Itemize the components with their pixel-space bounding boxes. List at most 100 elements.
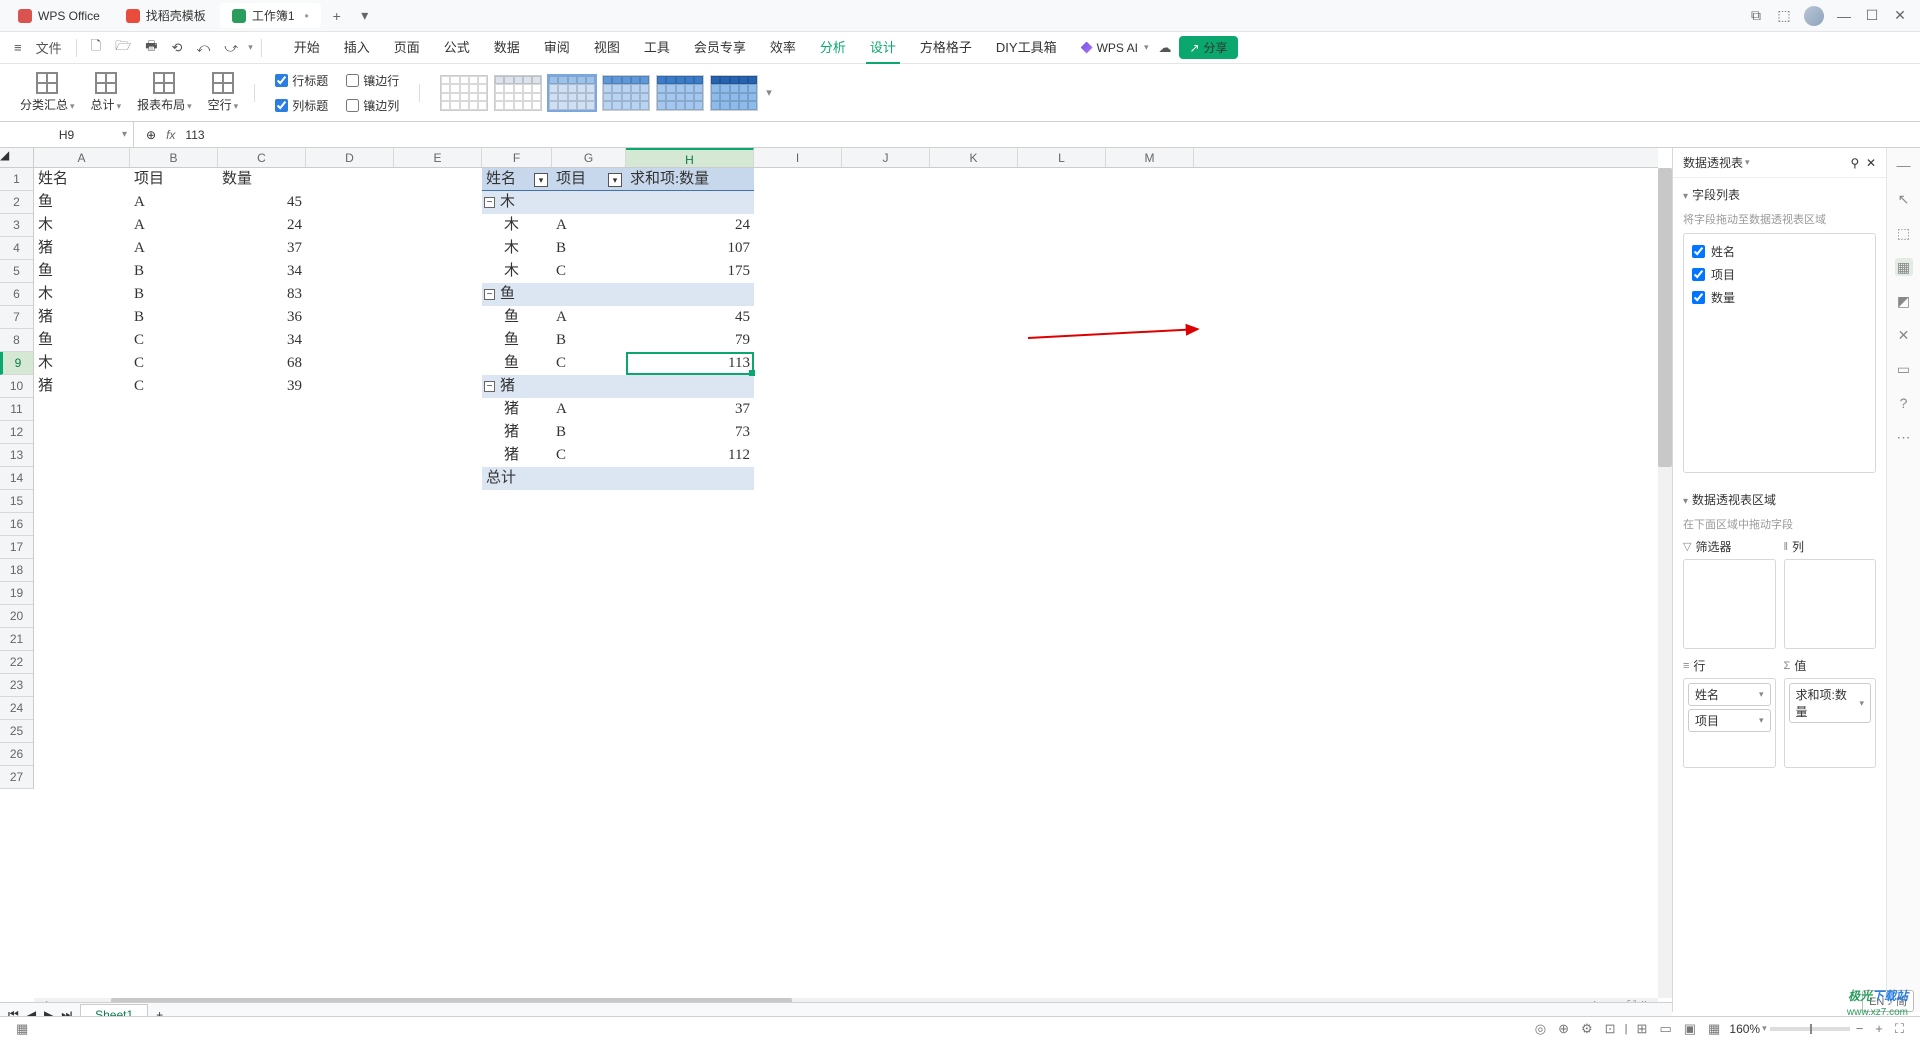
help-side-icon[interactable]: ? — [1895, 394, 1913, 412]
group-blank[interactable]: 空行▾ — [202, 72, 245, 113]
status-square-icon[interactable]: ⊡ — [1605, 1021, 1616, 1037]
chip-row-name[interactable]: 姓名▾ — [1688, 683, 1771, 706]
share-button[interactable]: ↗ 分享 — [1179, 36, 1237, 59]
status-target-icon[interactable]: ◎ — [1535, 1021, 1546, 1037]
name-box[interactable]: H9▾ — [0, 122, 134, 147]
qat-print-icon[interactable]: 🖶 — [139, 33, 163, 63]
check-banded-col[interactable]: 镶边列 — [346, 95, 399, 116]
formula-value[interactable]: 113 — [185, 128, 204, 142]
chart-side-icon[interactable]: ◩ — [1895, 292, 1913, 310]
chip-row-item[interactable]: 项目▾ — [1688, 709, 1771, 732]
chip-value-sum[interactable]: 求和项:数量▾ — [1789, 683, 1872, 723]
app-tab-wps[interactable]: WPS Office — [6, 5, 112, 27]
more-side-icon[interactable]: ⋯ — [1895, 428, 1913, 446]
qat-open-icon[interactable]: 🗁 — [109, 33, 137, 63]
field-item[interactable]: 项目 — [1690, 263, 1869, 286]
fx-label[interactable]: fx — [166, 128, 175, 142]
qat-redo-icon[interactable]: ⤻ — [218, 36, 244, 60]
style-5[interactable] — [656, 75, 704, 111]
area-row[interactable]: 姓名▾ 项目▾ — [1683, 678, 1776, 768]
cloud-icon[interactable]: ☁ — [1152, 36, 1177, 60]
tab-review[interactable]: 审阅 — [540, 31, 574, 64]
fullscreen-icon[interactable]: ⛶ — [1895, 1021, 1904, 1037]
qat-preview-icon[interactable]: ⟲ — [165, 36, 188, 60]
tab-design[interactable]: 设计 — [866, 31, 900, 64]
dd-item[interactable]: ▾ — [608, 173, 622, 187]
avatar[interactable] — [1804, 6, 1824, 26]
status-gear-icon[interactable]: ⚙ — [1581, 1021, 1593, 1037]
style-6[interactable] — [710, 75, 758, 111]
zoom-in-icon[interactable]: + — [1875, 1021, 1883, 1036]
hamburger-icon[interactable]: — — [1895, 156, 1913, 174]
qat-more-icon[interactable]: ▾ — [248, 42, 253, 53]
tab-tools[interactable]: 工具 — [640, 31, 674, 64]
group-subtotal[interactable]: 分类汇总▾ — [14, 72, 81, 113]
field-name[interactable]: 姓名 — [1690, 240, 1869, 263]
tools-side-icon[interactable]: ✕ — [1895, 326, 1913, 344]
menu-icon[interactable]: ≡ — [8, 36, 28, 59]
app-tab-workbook[interactable]: 工作簿1• — [220, 3, 321, 28]
tab-analysis[interactable]: 分析 — [816, 31, 850, 64]
view-icon-4[interactable]: ▦ — [1708, 1021, 1720, 1037]
tab-diy[interactable]: DIY工具箱 — [992, 31, 1061, 64]
cells-area[interactable]: 姓名项目数量鱼A45木A24猪A37鱼B34木B83猪B36鱼C34木C68猪C… — [34, 168, 1658, 998]
tab-data[interactable]: 数据 — [490, 31, 524, 64]
check-row-header[interactable]: 行标题 — [275, 70, 328, 91]
field-qty[interactable]: 数量 — [1690, 286, 1869, 309]
style-side-icon[interactable]: ⬚ — [1895, 224, 1913, 242]
status-plus-icon[interactable]: ⊕ — [1558, 1021, 1569, 1037]
view-icon-3[interactable]: ▣ — [1684, 1021, 1696, 1037]
tab-view[interactable]: 视图 — [590, 31, 624, 64]
tab-formula[interactable]: 公式 — [440, 31, 474, 64]
select-all-corner[interactable]: ◢ — [0, 148, 34, 168]
wps-ai-button[interactable]: WPS AI▾ — [1081, 41, 1149, 55]
dd-name[interactable]: ▾ — [534, 173, 548, 187]
row-headers[interactable]: 1234567891011121314151617181920212223242… — [0, 168, 34, 789]
wps-icon — [18, 9, 32, 23]
tab-member[interactable]: 会员专享 — [690, 31, 750, 64]
check-col-header[interactable]: 列标题 — [275, 95, 328, 116]
zoom-out-icon[interactable]: − — [1856, 1021, 1864, 1036]
style-4[interactable] — [602, 75, 650, 111]
close-panel-icon[interactable]: ✕ — [1866, 156, 1876, 170]
pivot-side-icon[interactable]: ▦ — [1895, 258, 1913, 276]
tab-list-icon[interactable]: ▾ — [357, 8, 373, 24]
window-restore-icon[interactable]: ⧉ — [1748, 8, 1764, 24]
status-grid-icon[interactable]: ▦ — [16, 1021, 28, 1037]
area-column[interactable] — [1784, 559, 1877, 649]
menu-file[interactable]: 文件 — [30, 34, 68, 61]
style-3[interactable] — [548, 75, 596, 111]
app-tab-template[interactable]: 找稻壳模板 — [114, 3, 218, 28]
tab-start[interactable]: 开始 — [290, 31, 324, 64]
new-tab-button[interactable]: + — [329, 8, 345, 24]
view-icon-2[interactable]: ▭ — [1659, 1021, 1671, 1037]
style-more-icon[interactable]: ▾ — [766, 86, 772, 99]
window-maximize-icon[interactable]: ☐ — [1864, 8, 1880, 24]
zoom-level[interactable]: 160% — [1729, 1022, 1760, 1036]
group-total[interactable]: 总计▾ — [85, 72, 128, 113]
select-icon[interactable]: ↖ — [1895, 190, 1913, 208]
check-banded-row[interactable]: 镶边行 — [346, 70, 399, 91]
style-1[interactable] — [440, 75, 488, 111]
tab-fangge[interactable]: 方格格子 — [916, 31, 976, 64]
zoom-fx-icon[interactable]: ⊕ — [146, 128, 156, 142]
spreadsheet-grid[interactable]: ◢ ABCDEFGHIJKLM 123456789101112131415161… — [0, 148, 1672, 1012]
tab-insert[interactable]: 插入 — [340, 31, 374, 64]
book-side-icon[interactable]: ▭ — [1895, 360, 1913, 378]
vertical-scrollbar[interactable] — [1658, 168, 1672, 998]
view-icon-1[interactable]: ⊞ — [1637, 1021, 1648, 1037]
field-list[interactable]: 姓名 项目 数量 — [1683, 233, 1876, 473]
qat-undo-icon[interactable]: ⤺ — [190, 36, 216, 60]
cube-icon[interactable]: ⬚ — [1776, 8, 1792, 24]
area-value[interactable]: 求和项:数量▾ — [1784, 678, 1877, 768]
window-minimize-icon[interactable]: — — [1836, 8, 1852, 24]
tab-page[interactable]: 页面 — [390, 31, 424, 64]
column-headers[interactable]: ABCDEFGHIJKLM — [34, 148, 1658, 168]
pin-icon[interactable]: ⚲ — [1850, 156, 1859, 170]
qat-new-icon[interactable]: 🗋 — [85, 33, 107, 63]
tab-efficiency[interactable]: 效率 — [766, 31, 800, 64]
style-2[interactable] — [494, 75, 542, 111]
area-filter[interactable] — [1683, 559, 1776, 649]
group-layout[interactable]: 报表布局▾ — [131, 72, 198, 113]
window-close-icon[interactable]: ✕ — [1892, 8, 1908, 24]
